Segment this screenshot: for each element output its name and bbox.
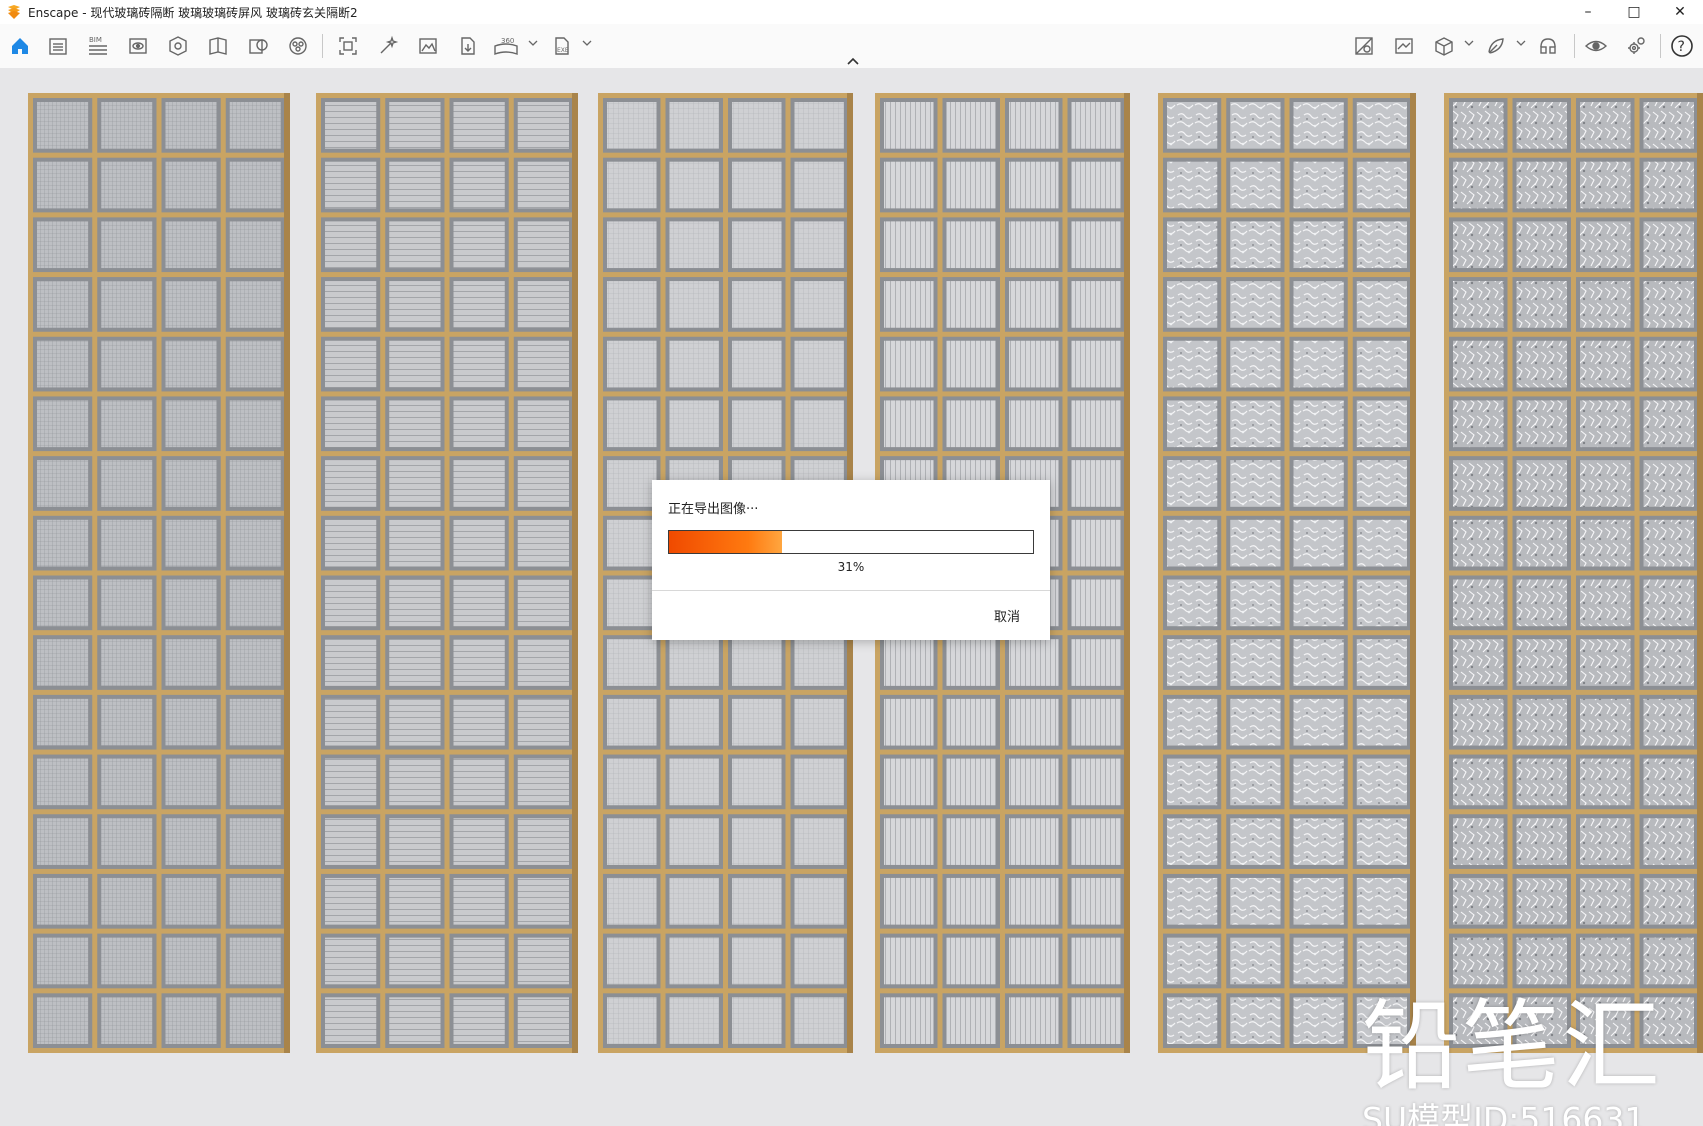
asset-library-icon[interactable]: [164, 32, 192, 60]
export-status-text: 正在导出图像···: [668, 502, 759, 517]
sync-views-icon[interactable]: [1534, 32, 1562, 60]
progress-fill: [669, 531, 782, 553]
glass-brick-panel-5[interactable]: [1158, 93, 1416, 1053]
vr-icon[interactable]: [284, 32, 312, 60]
title-bar: Enscape - 现代玻璃砖隔断 玻璃玻璃砖屏风 玻璃砖玄关隔断2 – □ ✕: [0, 0, 1703, 24]
preview-icon[interactable]: [1582, 32, 1610, 60]
help-glyph: ?: [1678, 39, 1685, 55]
video-editor-icon[interactable]: [414, 32, 442, 60]
chevron-down-icon[interactable]: [1516, 38, 1526, 48]
cancel-button[interactable]: 取消: [994, 606, 1020, 625]
batch-render-icon[interactable]: [374, 32, 402, 60]
create-view-icon[interactable]: [1430, 32, 1458, 60]
chevron-down-icon[interactable]: [1464, 38, 1474, 48]
home-icon[interactable]: [6, 32, 34, 60]
visual-settings-icon[interactable]: [124, 32, 152, 60]
window-controls: – □ ✕: [1565, 0, 1703, 24]
close-button[interactable]: ✕: [1657, 0, 1703, 24]
export-file-icon[interactable]: [454, 32, 482, 60]
watermark-brand: 铅笔汇: [1362, 990, 1663, 1104]
glass-brick-panel-6[interactable]: [1444, 93, 1703, 1053]
panorama-icon[interactable]: 360: [492, 32, 520, 60]
bim-label: BIM: [89, 36, 102, 44]
watermark: 铅笔汇 SU模型ID:516631: [1362, 993, 1682, 1126]
dialog-divider: [652, 590, 1050, 591]
atmosphere-icon[interactable]: [244, 32, 272, 60]
glass-brick-panel-2[interactable]: [316, 93, 578, 1053]
watermark-model-id: SU模型ID:516631: [1362, 1100, 1646, 1126]
export-progress-bar: [668, 530, 1034, 554]
settings-icon[interactable]: [1622, 32, 1650, 60]
chevron-down-icon[interactable]: [528, 38, 538, 48]
window-title: Enscape - 现代玻璃砖隔断 玻璃玻璃砖屏风 玻璃砖玄关隔断2: [28, 5, 358, 20]
progress-percent: 31%: [837, 560, 865, 574]
material-editor-icon[interactable]: [204, 32, 232, 60]
help-icon[interactable]: ?: [1668, 32, 1696, 60]
exe-label: EXE: [557, 47, 569, 54]
chevron-up-icon[interactable]: [846, 56, 860, 66]
glass-brick-panel-1[interactable]: [28, 93, 290, 1053]
chevron-down-icon[interactable]: [582, 38, 592, 48]
toolbar-divider: [322, 34, 323, 58]
sketchup-views-icon[interactable]: [44, 32, 72, 60]
exe-export-icon[interactable]: EXE: [548, 32, 576, 60]
toolbar-divider: [1660, 34, 1661, 58]
export-progress-dialog: 正在导出图像··· 31% 取消: [652, 480, 1050, 640]
screenshot-icon[interactable]: [334, 32, 362, 60]
section-box-icon[interactable]: [1350, 32, 1378, 60]
view-management-icon[interactable]: [1390, 32, 1418, 60]
enscape-logo-icon: [8, 5, 20, 19]
bim-icon[interactable]: BIM: [84, 32, 112, 60]
minimize-button[interactable]: –: [1565, 0, 1611, 24]
orthographic-icon[interactable]: [1482, 32, 1510, 60]
maximize-button[interactable]: □: [1611, 0, 1657, 24]
toolbar-divider: [1574, 34, 1575, 58]
